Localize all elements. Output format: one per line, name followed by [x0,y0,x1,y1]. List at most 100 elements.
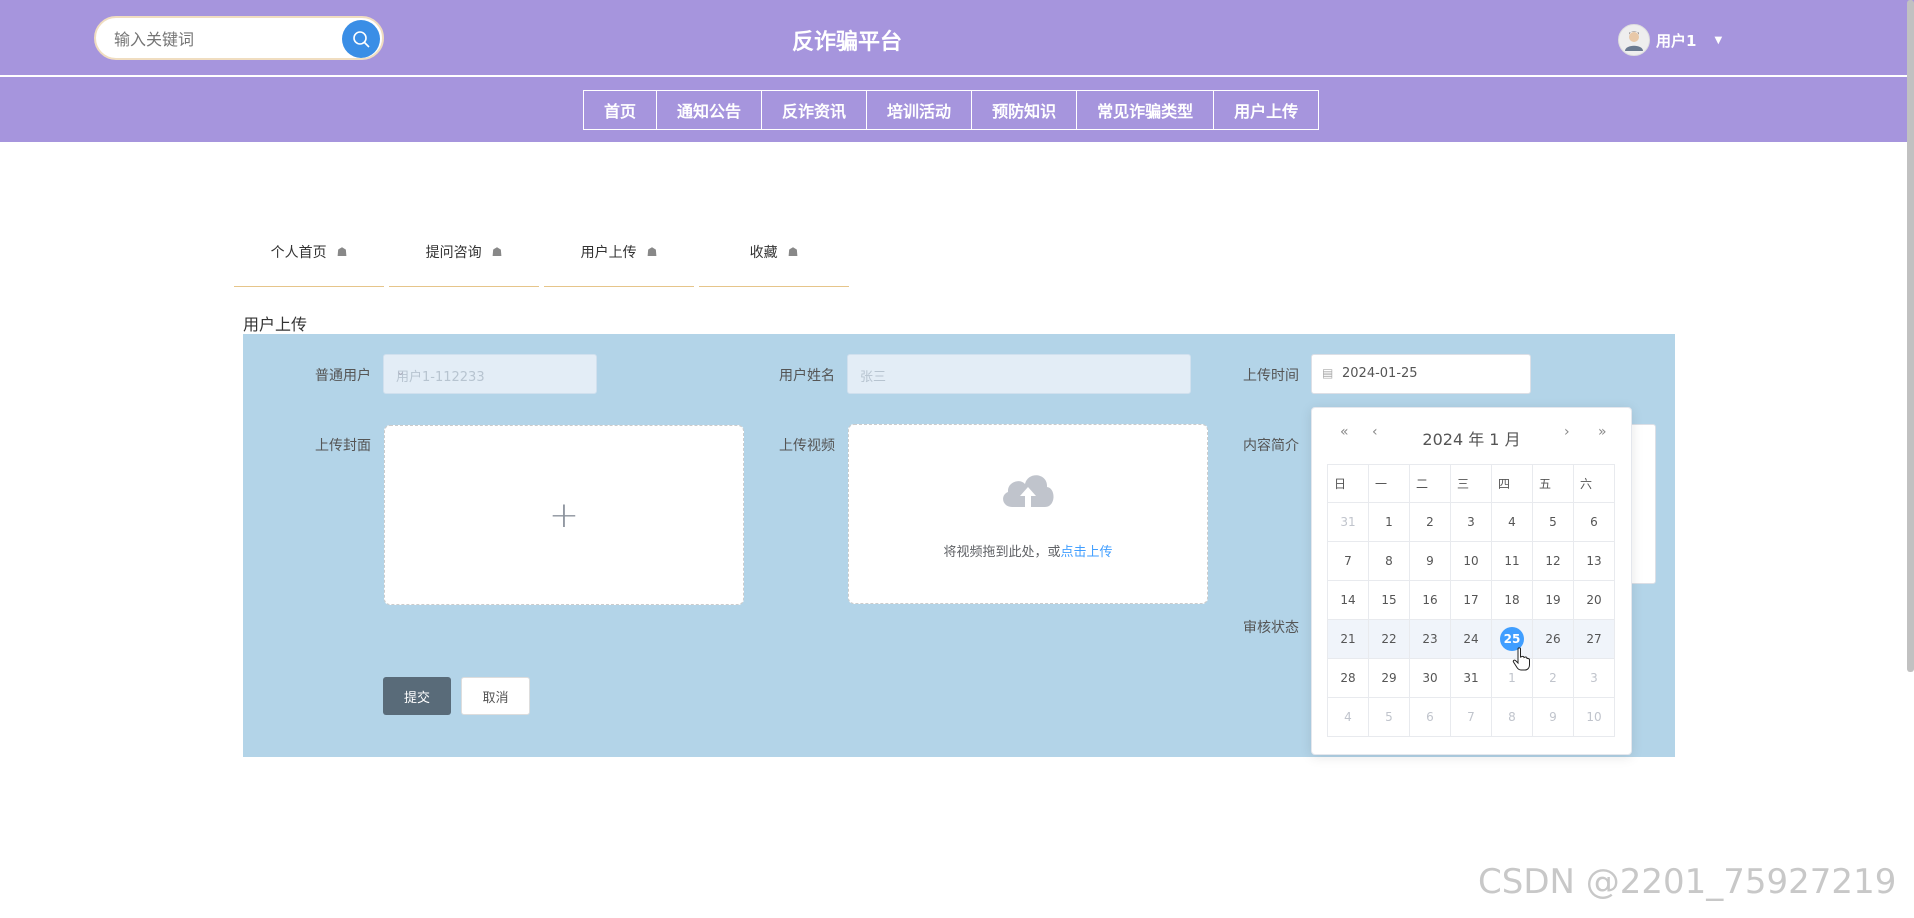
user-menu[interactable]: 用户1 ▼ [1618,24,1722,56]
date-cell[interactable]: 14 [1327,580,1369,620]
date-cell[interactable]: 2 [1409,502,1451,542]
date-cell[interactable]: 29 [1368,658,1410,698]
nav-item-home[interactable]: 首页 [583,90,658,130]
tab-profile-home[interactable]: 个人首页 ☗ [234,218,384,287]
date-cell[interactable]: 7 [1327,541,1369,581]
watermark: CSDN @2201_75927219 [1478,862,1897,902]
nav-item-prevention[interactable]: 预防知识 [971,90,1078,130]
user-select[interactable]: 用户1-112233 ⌄ [383,354,597,394]
nav-item-notices[interactable]: 通知公告 [656,90,763,130]
tab-favorites[interactable]: 收藏 ☗ [699,218,849,287]
profile-tabs: 个人首页 ☗ 提问咨询 ☗ 用户上传 ☗ 收藏 ☗ [234,218,849,287]
header: 反诈骗平台 用户1 ▼ 首页 通知公告 反诈资讯 培训活动 预防知识 常见诈骗类… [0,0,1914,142]
date-cell[interactable]: 7 [1450,697,1492,737]
date-cell[interactable]: 11 [1491,541,1533,581]
date-cell[interactable]: 8 [1491,697,1533,737]
plus-icon: + [548,494,580,536]
date-cell[interactable]: 3 [1573,658,1615,698]
weekday-label: 五 [1532,464,1574,503]
date-cell[interactable]: 9 [1532,697,1574,737]
nav-item-user-upload[interactable]: 用户上传 [1213,90,1320,130]
cover-label: 上传封面 [315,438,371,454]
site-title: 反诈骗平台 [791,30,902,55]
user-avatar-icon [1625,31,1643,51]
cover-upload[interactable]: + [384,425,744,605]
date-cell[interactable]: 21 [1327,619,1369,659]
home-icon: ☗ [787,245,799,259]
time-label: 上传时间 [1243,368,1299,384]
weekday-label: 一 [1368,464,1410,503]
nav-item-fraud-types[interactable]: 常见诈骗类型 [1076,90,1215,130]
date-cell[interactable]: 8 [1368,541,1410,581]
date-cell[interactable]: 22 [1368,619,1410,659]
home-icon: ☗ [646,245,658,259]
date-cell[interactable]: 5 [1368,697,1410,737]
date-cell[interactable]: 2 [1532,658,1574,698]
date-cell[interactable]: 27 [1573,619,1615,659]
name-field[interactable]: 张三 [847,354,1191,394]
date-field[interactable]: ▤ 2024-01-25 [1311,354,1531,394]
date-cell[interactable]: 10 [1573,697,1615,737]
avatar [1618,24,1650,56]
weekday-label: 六 [1573,464,1615,503]
weekday-label: 四 [1491,464,1533,503]
upload-drag-text: 将视频拖到此处，或 [943,545,1061,560]
nav-item-news[interactable]: 反诈资讯 [761,90,868,130]
scrollbar[interactable] [1907,0,1914,672]
date-cell[interactable]: 26 [1532,619,1574,659]
date-cell[interactable]: 16 [1409,580,1451,620]
submit-button[interactable]: 提交 [383,677,451,715]
date-cell[interactable]: 4 [1491,502,1533,542]
date-cell[interactable]: 12 [1532,541,1574,581]
date-picker-header: « ‹ 2024 年 1 月 › » [1312,424,1631,449]
date-cell[interactable]: 9 [1409,541,1451,581]
tab-consult[interactable]: 提问咨询 ☗ [389,218,539,287]
date-grid: 日 一 二 三 四 五 六 31 1 2 3 4 5 6 7 8 9 10 11… [1327,464,1615,737]
date-cell[interactable]: 23 [1409,619,1451,659]
weekday-label: 三 [1450,464,1492,503]
date-cell[interactable]: 5 [1532,502,1574,542]
date-cell[interactable]: 31 [1327,502,1369,542]
nav-item-training[interactable]: 培训活动 [866,90,973,130]
weekday-label: 二 [1409,464,1451,503]
home-icon: ☗ [491,245,503,259]
date-cell[interactable]: 18 [1491,580,1533,620]
chevron-down-icon[interactable]: ▼ [1714,35,1722,46]
user-label: 普通用户 [315,368,371,384]
audit-label: 审核状态 [1243,620,1299,636]
date-cell[interactable]: 6 [1573,502,1615,542]
date-cell[interactable]: 3 [1450,502,1492,542]
chevron-down-icon: ⌄ [396,365,406,378]
date-cell[interactable]: 10 [1450,541,1492,581]
upload-hint: 将视频拖到此处，或点击上传 [849,541,1207,560]
date-cell[interactable]: 28 [1327,658,1369,698]
header-divider [0,75,1914,77]
date-cell[interactable]: 31 [1450,658,1492,698]
date-cell[interactable]: 6 [1409,697,1451,737]
video-upload[interactable]: 将视频拖到此处，或点击上传 [848,424,1208,604]
date-cell[interactable]: 24 [1450,619,1492,659]
hand-cursor-icon [1512,647,1530,671]
tab-user-upload[interactable]: 用户上传 ☗ [544,218,694,287]
date-cell[interactable]: 20 [1573,580,1615,620]
date-cell[interactable]: 13 [1573,541,1615,581]
main-nav: 首页 通知公告 反诈资讯 培训活动 预防知识 常见诈骗类型 用户上传 [583,90,1320,130]
user-name: 用户1 [1656,31,1697,50]
date-cell[interactable]: 30 [1409,658,1451,698]
date-picker-title: 2024 年 1 月 [1422,430,1521,449]
cancel-button[interactable]: 取消 [461,677,530,715]
date-cell[interactable]: 15 [1368,580,1410,620]
tab-label: 个人首页 [270,245,327,261]
upload-click-link[interactable]: 点击上传 [1061,545,1113,560]
name-field-value: 张三 [860,370,887,385]
next-month-button[interactable]: › [1564,424,1570,440]
video-label: 上传视频 [779,438,835,454]
date-cell[interactable]: 17 [1450,580,1492,620]
weekday-label: 日 [1327,464,1369,503]
date-cell[interactable]: 4 [1327,697,1369,737]
date-cell[interactable]: 19 [1532,580,1574,620]
next-year-button[interactable]: » [1598,424,1607,440]
tab-label: 提问咨询 [425,245,482,261]
home-icon: ☗ [336,245,348,259]
date-cell[interactable]: 1 [1368,502,1410,542]
